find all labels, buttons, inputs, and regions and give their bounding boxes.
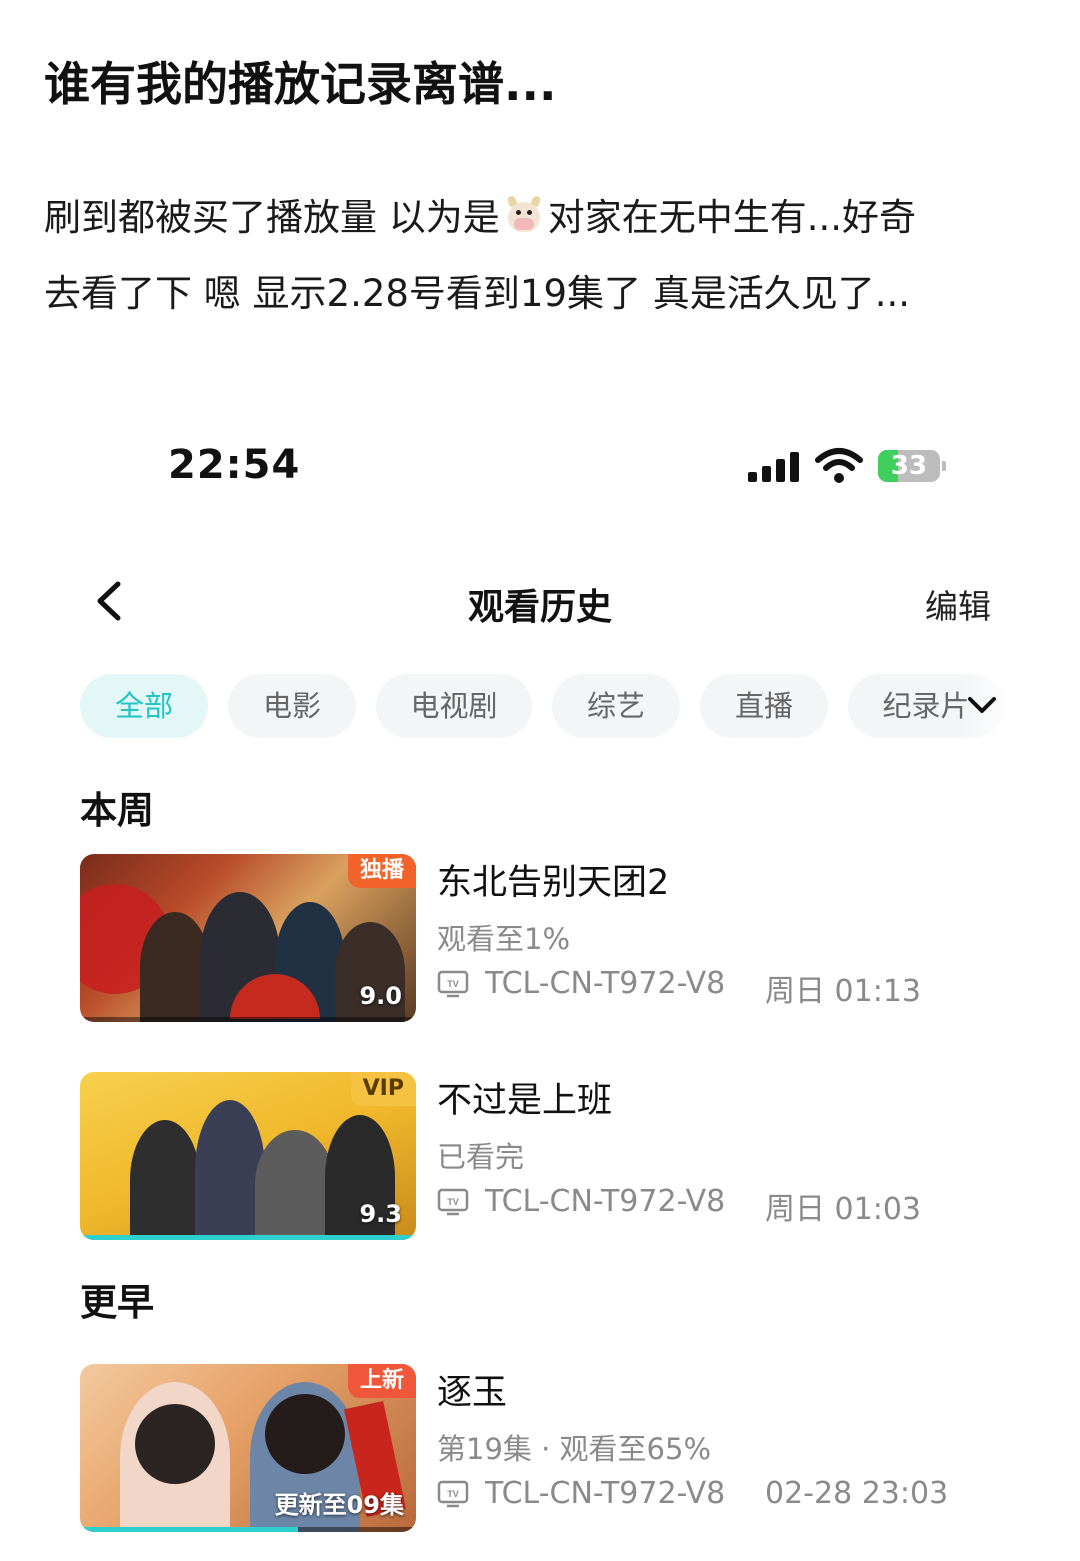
rating-score: 9.3: [359, 1200, 402, 1228]
post-body-line-2: 去看了下 嗯 显示2.28号看到19集了 真是活久见了...: [44, 272, 911, 315]
badge-vip: VIP: [350, 1072, 416, 1106]
cellular-signal-icon: [748, 450, 802, 482]
episode-update-label: 更新至09集: [274, 1491, 404, 1519]
badge-new: 上新: [347, 1364, 416, 1398]
poster-thumbnail: VIP 9.3: [80, 1072, 416, 1240]
tab-movies[interactable]: 电影: [228, 674, 356, 738]
badge-exclusive: 独播: [347, 854, 416, 888]
tab-variety[interactable]: 综艺: [552, 674, 680, 738]
watch-progress-bar: [80, 1235, 416, 1240]
post-text-part: 对家在无中生有...好奇: [547, 196, 917, 239]
watch-time: 02-28 23:03: [765, 1476, 949, 1511]
rating-score: 9.0: [359, 982, 402, 1010]
watch-progress-bar: [80, 1017, 416, 1022]
device-name: TCL-CN-T972-V8: [485, 1184, 726, 1219]
tab-all[interactable]: 全部: [80, 674, 208, 738]
tab-live[interactable]: 直播: [700, 674, 828, 738]
wifi-icon: [815, 448, 863, 483]
poster-thumbnail: 独播 9.0: [80, 854, 416, 1022]
edit-button[interactable]: 编辑: [900, 580, 1016, 628]
battery-percent: 33: [890, 451, 928, 481]
post-title: 谁有我的播放记录离谱...: [44, 57, 557, 111]
cow-emoji-icon: [502, 194, 546, 236]
post-body-line-1: 刷到都被买了播放量 以为是 对家在无中生有...好奇: [44, 180, 1044, 256]
tv-icon: TV: [437, 970, 469, 998]
page-title: 观看历史: [467, 587, 612, 628]
item-watch-status: 第19集 · 观看至65%: [437, 1432, 712, 1466]
back-button[interactable]: [86, 576, 136, 626]
status-time: 22:54: [168, 442, 301, 488]
tab-tv-series[interactable]: 电视剧: [376, 674, 532, 738]
section-heading-this-week: 本周: [80, 789, 154, 832]
poster-thumbnail: 上新 更新至09集: [80, 1364, 416, 1532]
category-tabs: 全部 电影 电视剧 综艺 直播 纪录片: [80, 674, 1010, 738]
svg-text:TV: TV: [447, 979, 459, 989]
post-text-part: 刷到都被买了播放量 以为是: [44, 196, 500, 239]
item-title: 逐玉: [437, 1373, 508, 1413]
device-name: TCL-CN-T972-V8: [485, 966, 726, 1001]
section-heading-earlier: 更早: [80, 1281, 154, 1324]
watch-time: 周日 01:03: [765, 1192, 921, 1227]
device-name: TCL-CN-T972-V8: [485, 1476, 726, 1511]
battery-icon: 33: [878, 450, 940, 482]
svg-text:TV: TV: [447, 1489, 459, 1499]
history-item[interactable]: 独播 9.0 东北告别天团2 观看至1% TV TCL-CN-T972-V8 周…: [80, 854, 1020, 1024]
history-item[interactable]: VIP 9.3 不过是上班 已看完 TV TCL-CN-T972-V8 周日 0…: [80, 1072, 1020, 1242]
item-title: 不过是上班: [437, 1081, 613, 1121]
watch-time: 周日 01:13: [765, 974, 921, 1009]
battery-tip: [942, 461, 946, 471]
tv-icon: TV: [437, 1188, 469, 1216]
svg-text:TV: TV: [447, 1197, 459, 1207]
post-body: 刷到都被买了播放量 以为是 对家在无中生有...好奇 去看了下 嗯 显示2.28号…: [44, 180, 1044, 332]
chevron-down-icon[interactable]: [962, 686, 1002, 726]
item-watch-status: 已看完: [437, 1140, 525, 1174]
watch-progress-bar: [80, 1527, 416, 1532]
item-title: 东北告别天团2: [437, 863, 670, 903]
tv-icon: TV: [437, 1480, 469, 1508]
history-item[interactable]: 上新 更新至09集 逐玉 第19集 · 观看至65% TV TCL-CN-T97…: [80, 1364, 1020, 1534]
item-watch-status: 观看至1%: [437, 922, 571, 956]
